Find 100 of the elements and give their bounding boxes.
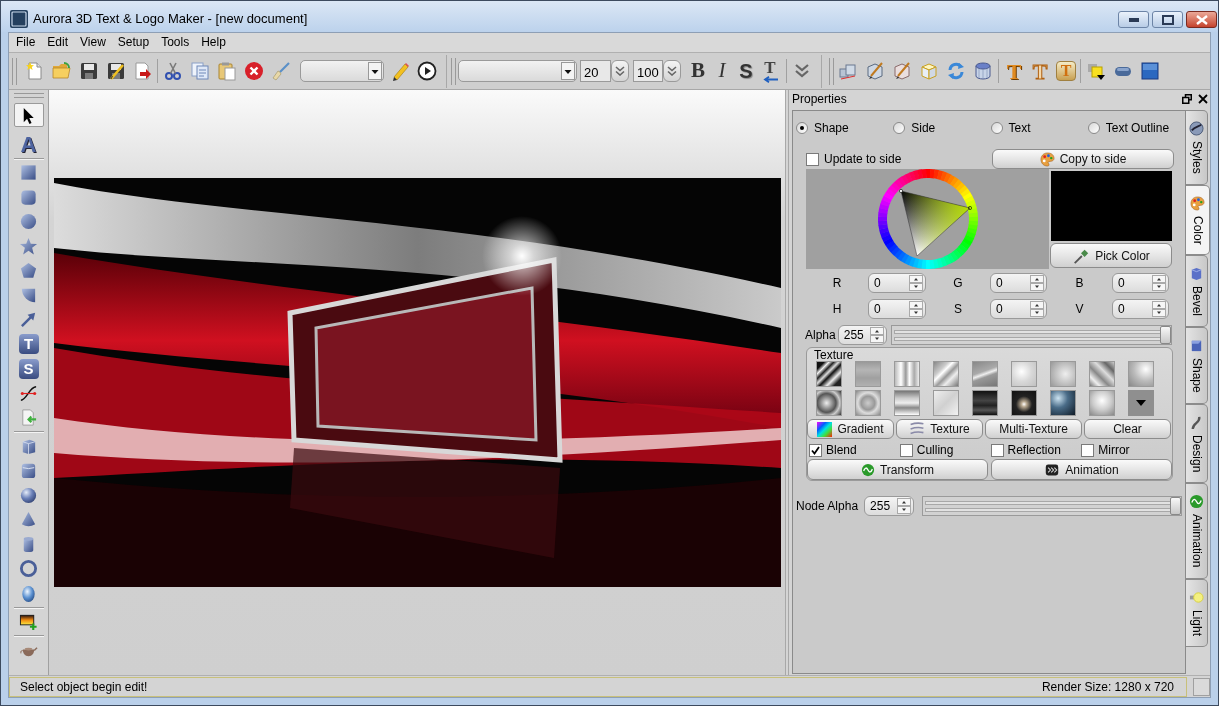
dropdown-button[interactable] xyxy=(611,60,629,82)
side-tab[interactable]: Bevel xyxy=(1186,255,1208,328)
side-tab[interactable]: Styles xyxy=(1186,110,1208,185)
menu-item[interactable]: Help xyxy=(195,33,232,52)
action-button[interactable]: Transform xyxy=(807,459,988,480)
action-button[interactable]: Animation xyxy=(991,459,1172,480)
number-field[interactable]: 0 xyxy=(868,273,926,293)
side-tab[interactable]: Animation xyxy=(1186,483,1208,579)
texture-swatch[interactable] xyxy=(1089,361,1115,387)
dropdown-button[interactable] xyxy=(663,60,681,82)
side-tab[interactable]: Design xyxy=(1186,404,1208,484)
dropdown-field[interactable] xyxy=(300,60,384,82)
pick-color-button[interactable]: Pick Color xyxy=(1050,243,1172,268)
texture-mode-button[interactable]: Gradient xyxy=(807,419,894,439)
spinner-arrows-icon[interactable] xyxy=(897,498,912,514)
minimize-button[interactable] xyxy=(1118,11,1149,28)
text-style-button[interactable]: T xyxy=(758,58,782,84)
checkbox-label: Reflection xyxy=(1007,442,1061,459)
number-field[interactable]: 255 xyxy=(864,496,915,516)
number-field[interactable]: 0 xyxy=(1112,299,1169,319)
radio-button[interactable] xyxy=(990,122,1003,134)
checkbox[interactable] xyxy=(899,443,913,457)
copy-to-side-button[interactable]: Copy to side xyxy=(992,149,1174,169)
slider-thumb[interactable] xyxy=(1170,497,1182,515)
left-arrow-icon xyxy=(762,75,778,83)
texture-swatch[interactable] xyxy=(972,361,998,387)
number-field[interactable]: 0 xyxy=(1112,273,1169,293)
more-textures-button[interactable] xyxy=(1128,390,1154,416)
texture-swatch[interactable] xyxy=(894,390,920,416)
texture-mode-button[interactable]: Clear xyxy=(1084,419,1171,439)
text-style-button[interactable]: B xyxy=(686,58,710,84)
texture-swatch[interactable] xyxy=(1011,390,1037,416)
number-field[interactable]: 100 xyxy=(633,60,663,82)
texture-swatch[interactable] xyxy=(1050,361,1076,387)
close-button[interactable] xyxy=(1186,11,1217,28)
open-folder-icon xyxy=(51,61,72,81)
texture-swatch[interactable] xyxy=(1050,390,1076,416)
letter-tool-button[interactable]: A xyxy=(13,131,44,157)
radio-button[interactable] xyxy=(1087,122,1100,134)
restore-icon[interactable] xyxy=(1182,94,1192,104)
texture-swatch[interactable] xyxy=(933,361,959,387)
texture-swatch[interactable] xyxy=(816,390,842,416)
texture-swatch[interactable] xyxy=(1089,390,1115,416)
radio-label: Text Outline xyxy=(1105,120,1170,137)
side-tab[interactable]: Color xyxy=(1186,184,1210,256)
checkbox[interactable] xyxy=(990,443,1004,457)
texture-mode-button[interactable]: Texture xyxy=(896,419,983,439)
close-icon[interactable] xyxy=(1198,94,1208,104)
caret-down-icon xyxy=(368,62,382,80)
menu-item[interactable]: Edit xyxy=(41,33,75,52)
checkbox[interactable] xyxy=(809,443,822,457)
color-wheel[interactable] xyxy=(877,169,978,269)
number-field[interactable]: 0 xyxy=(868,299,926,319)
pointer-tool-button[interactable] xyxy=(13,103,44,128)
number-field[interactable]: 0 xyxy=(990,299,1047,319)
side-tab[interactable]: Shape xyxy=(1186,327,1208,405)
spinner-arrows-icon[interactable] xyxy=(1030,301,1044,317)
texture-swatch[interactable] xyxy=(816,361,842,387)
slider-track[interactable] xyxy=(890,325,1172,345)
menu-item[interactable]: View xyxy=(74,33,112,52)
scissors-icon xyxy=(162,61,183,81)
radio-button[interactable] xyxy=(893,122,906,134)
play-icon xyxy=(416,61,437,81)
texture-swatch[interactable] xyxy=(855,361,881,387)
pentagon-icon xyxy=(19,261,38,281)
texture-swatch[interactable] xyxy=(972,390,998,416)
checkbox[interactable] xyxy=(1081,443,1095,457)
texture-mode-button[interactable]: Multi-Texture xyxy=(985,419,1082,439)
spinner-arrows-icon[interactable] xyxy=(869,327,884,343)
cylinder-icon xyxy=(972,61,993,81)
slider-thumb[interactable] xyxy=(1159,326,1171,344)
texture-swatch[interactable] xyxy=(894,361,920,387)
text-style-button[interactable]: S xyxy=(734,58,758,84)
number-field[interactable]: 0 xyxy=(990,273,1047,293)
rounded-cube-icon xyxy=(19,461,38,481)
texture-swatch[interactable] xyxy=(855,390,881,416)
spinner-arrows-icon[interactable] xyxy=(1030,275,1044,291)
checkbox[interactable] xyxy=(806,152,819,166)
spinner-arrows-icon[interactable] xyxy=(909,301,923,317)
texture-swatch[interactable] xyxy=(1128,361,1154,387)
spinner-arrows-icon[interactable] xyxy=(1152,275,1166,291)
texture-swatch[interactable] xyxy=(933,390,959,416)
slider-track[interactable] xyxy=(922,496,1183,516)
menu-item[interactable]: File xyxy=(10,33,42,52)
curve-icon xyxy=(19,383,38,403)
letter-tile-button[interactable]: T xyxy=(18,334,39,355)
spinner-arrows-icon[interactable] xyxy=(1152,301,1166,317)
letter-tile-button[interactable]: S xyxy=(18,358,39,379)
side-tab[interactable]: Light xyxy=(1186,578,1208,647)
number-field[interactable]: 255 xyxy=(837,325,887,345)
menu-item[interactable]: Setup xyxy=(111,33,156,52)
dropdown-field[interactable] xyxy=(458,60,577,82)
maximize-button[interactable] xyxy=(1152,11,1183,28)
sphere-icon xyxy=(19,485,38,505)
number-field[interactable]: 20 xyxy=(580,60,611,82)
radio-button[interactable] xyxy=(796,122,808,134)
spinner-arrows-icon[interactable] xyxy=(909,275,923,291)
text-style-button[interactable]: I xyxy=(710,58,734,84)
menu-item[interactable]: Tools xyxy=(155,33,196,52)
texture-swatch[interactable] xyxy=(1011,361,1037,387)
